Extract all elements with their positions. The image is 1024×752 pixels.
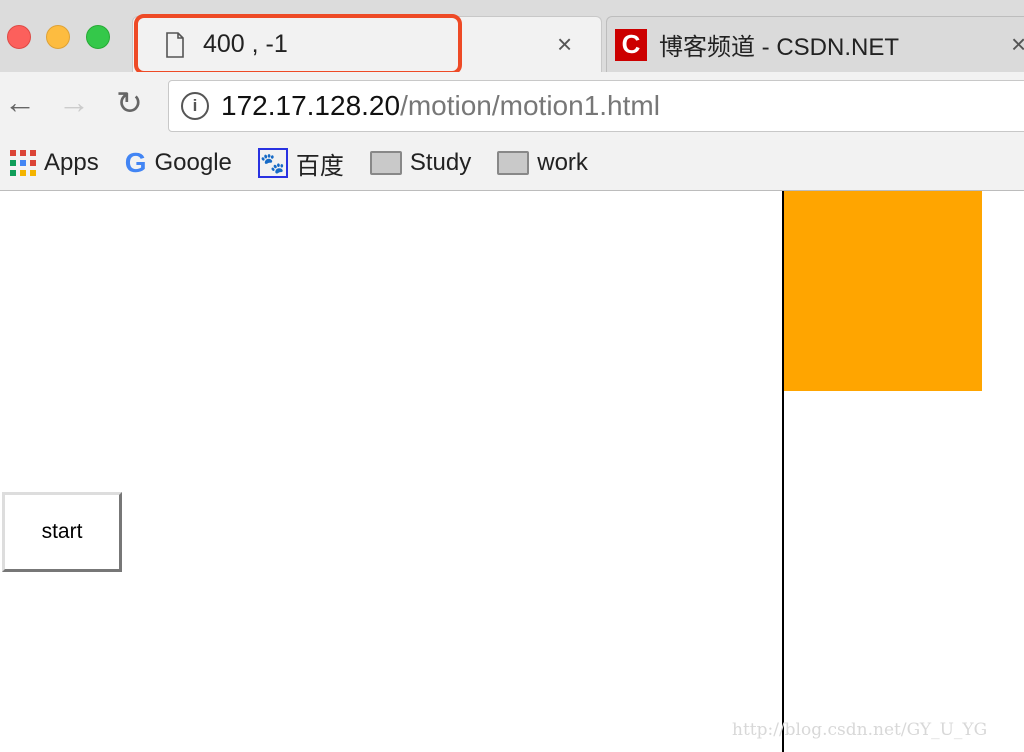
folder-icon bbox=[369, 151, 402, 175]
start-button[interactable]: start bbox=[2, 492, 122, 572]
tab-close-icon[interactable]: × bbox=[557, 29, 572, 60]
tab-strip: 400 , -1 × C 博客频道 - CSDN.NET × bbox=[0, 0, 1024, 75]
google-icon: G bbox=[124, 147, 147, 178]
address-bar[interactable]: i 172.17.128.20/motion/motion1.html bbox=[168, 80, 1024, 132]
forward-arrow-icon[interactable]: → bbox=[58, 84, 90, 121]
reload-icon[interactable]: ↻ bbox=[116, 84, 143, 122]
bookmark-label: Study bbox=[409, 149, 472, 176]
tab-close-icon[interactable]: × bbox=[1011, 29, 1024, 60]
apps-grid-icon bbox=[10, 150, 36, 176]
bookmarks-bar: Apps G Google 🐾 百度 Study work bbox=[0, 136, 1024, 191]
bookmark-label: work bbox=[537, 149, 588, 176]
folder-icon bbox=[497, 151, 530, 175]
toolbar: ← → ↻ i 172.17.128.20/motion/motion1.htm… bbox=[0, 72, 1024, 136]
tab-inactive[interactable]: C 博客频道 - CSDN.NET × bbox=[606, 16, 1024, 72]
bookmark-study[interactable]: Study bbox=[369, 149, 472, 177]
back-arrow-icon[interactable]: ← bbox=[4, 84, 36, 121]
url-host: 172.17.128.20 bbox=[221, 90, 401, 121]
bookmark-label: Apps bbox=[44, 149, 99, 176]
tab-title: 博客频道 - CSDN.NET bbox=[659, 34, 899, 61]
bookmark-apps[interactable]: Apps bbox=[10, 149, 99, 177]
bookmark-google[interactable]: G Google bbox=[125, 147, 232, 179]
tab-highlight-annotation bbox=[134, 14, 462, 75]
baidu-paw-icon: 🐾 bbox=[257, 148, 288, 178]
info-icon[interactable]: i bbox=[181, 92, 209, 120]
csdn-logo-icon: C bbox=[615, 28, 647, 61]
zoom-window-button[interactable] bbox=[86, 25, 110, 49]
url-path: /motion/motion1.html bbox=[400, 90, 660, 121]
watermark: http://blog.csdn.net/GY_U_YG bbox=[732, 720, 988, 740]
moving-box bbox=[784, 191, 982, 391]
bookmark-label: 百度 bbox=[295, 152, 344, 180]
bookmark-label: Google bbox=[154, 149, 232, 176]
bookmark-baidu[interactable]: 🐾 百度 bbox=[257, 146, 344, 181]
close-window-button[interactable] bbox=[7, 25, 31, 49]
bookmark-work[interactable]: work bbox=[497, 149, 588, 177]
minimize-window-button[interactable] bbox=[46, 25, 70, 49]
